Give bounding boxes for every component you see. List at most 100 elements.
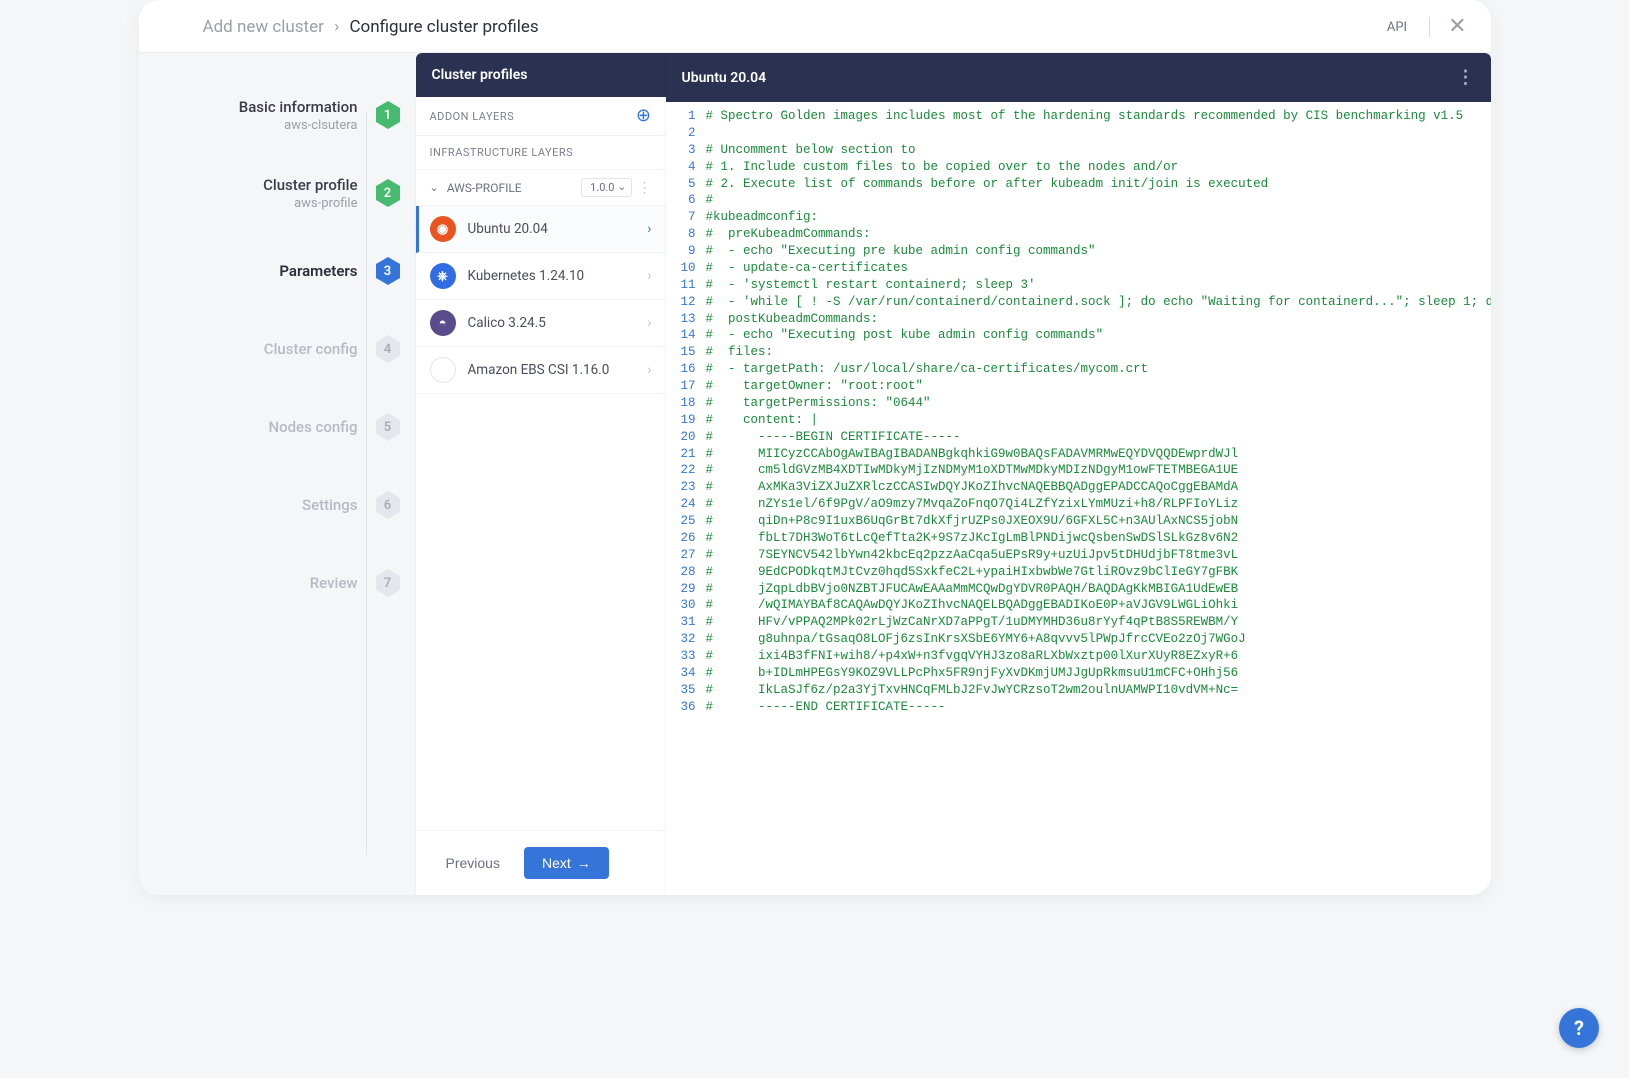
step-badge: 1 — [374, 101, 402, 129]
line-content: # - echo "Executing post kube admin conf… — [706, 327, 1104, 344]
code-line: 21# MIICyzCCAbOgAwIBAgIBADANBgkqhkiG9w0B… — [666, 446, 1491, 463]
step-3[interactable]: Parameters3 — [139, 255, 416, 287]
line-content: # - 'while [ ! -S /var/run/containerd/co… — [706, 294, 1491, 311]
line-number: 36 — [666, 699, 706, 716]
previous-button[interactable]: Previous — [434, 847, 512, 879]
code-line: 12# - 'while [ ! -S /var/run/containerd/… — [666, 294, 1491, 311]
line-number: 26 — [666, 530, 706, 547]
code-line: 15# files: — [666, 344, 1491, 361]
line-number: 28 — [666, 564, 706, 581]
chevron-down-icon: ⌄ — [430, 181, 439, 194]
chevron-right-icon: › — [647, 268, 651, 284]
line-content: # Spectro Golden images includes most of… — [706, 108, 1464, 125]
layer-name: Calico 3.24.5 — [468, 315, 648, 331]
line-content: # 7SEYNCV542lbYwn42kbcEq2pzzAaCqa5uEPsR9… — [706, 547, 1239, 564]
line-number: 30 — [666, 597, 706, 614]
layer-item[interactable]: ⎈ Kubernetes 1.24.10› — [416, 253, 666, 300]
aws-icon: aws — [430, 357, 456, 383]
calico-icon: ◓ — [430, 310, 456, 336]
line-content: # -----END CERTIFICATE----- — [706, 699, 946, 716]
code-line: 22# cm5ldGVzMB4XDTIwMDkyMjIzNDMyM1oXDTMw… — [666, 462, 1491, 479]
line-content: # - 'systemctl restart containerd; sleep… — [706, 277, 1036, 294]
code-line: 18# targetPermissions: "0644" — [666, 395, 1491, 412]
line-number: 27 — [666, 547, 706, 564]
code-line: 20# -----BEGIN CERTIFICATE----- — [666, 429, 1491, 446]
line-number: 12 — [666, 294, 706, 311]
line-content: # postKubeadmCommands: — [706, 311, 879, 328]
line-number: 19 — [666, 412, 706, 429]
code-line: 8# preKubeadmCommands: — [666, 226, 1491, 243]
layer-name: Kubernetes 1.24.10 — [468, 268, 648, 284]
step-subtitle: aws-clsutera — [239, 118, 358, 133]
line-content: # targetOwner: "root:root" — [706, 378, 924, 395]
line-content: # 9EdCPODkqtMJtCvz0hqd5SxkfeC2L+ypaiHIxb… — [706, 564, 1239, 581]
line-content: # HFv/vPPAQ2MPk02rLjWzCaNrXD7aPPgT/1uDMY… — [706, 614, 1239, 631]
line-number: 17 — [666, 378, 706, 395]
line-content: # - echo "Executing pre kube admin confi… — [706, 243, 1096, 260]
editor-menu-icon[interactable]: ⋮ — [1457, 67, 1475, 88]
step-5: Nodes config5 — [139, 411, 416, 443]
infra-layers-label: INFRASTRUCTURE LAYERS — [416, 136, 666, 170]
line-content: # fbLt7DH3WoT6tLcQefTta2K+9S7zJKcIgLmBlP… — [706, 530, 1239, 547]
step-2[interactable]: Cluster profileaws-profile2 — [139, 177, 416, 209]
breadcrumb-separator: › — [334, 17, 339, 37]
line-content: # files: — [706, 344, 774, 361]
profile-version-select[interactable]: 1.0.0 — [581, 178, 631, 197]
step-title: Cluster config — [264, 340, 358, 358]
code-line: 19# content: | — [666, 412, 1491, 429]
line-number: 16 — [666, 361, 706, 378]
layer-item[interactable]: awsAmazon EBS CSI 1.16.0› — [416, 347, 666, 394]
line-content: # AxMKa3ViZXJuZXRlczCCASIwDQYJKoZIhvcNAQ… — [706, 479, 1239, 496]
divider — [1429, 17, 1430, 37]
line-number: 6 — [666, 192, 706, 209]
line-content: # nZYs1el/6f9PgV/aO9mzy7MvqaZoFnqO7Qi4LZ… — [706, 496, 1239, 513]
line-number: 33 — [666, 648, 706, 665]
line-number: 25 — [666, 513, 706, 530]
line-content: # - update-ca-certificates — [706, 260, 909, 277]
layer-item[interactable]: ◓Calico 3.24.5› — [416, 300, 666, 347]
code-line: 36# -----END CERTIFICATE----- — [666, 699, 1491, 716]
line-number: 20 — [666, 429, 706, 446]
line-number: 3 — [666, 142, 706, 159]
code-line: 17# targetOwner: "root:root" — [666, 378, 1491, 395]
api-link[interactable]: API — [1387, 20, 1407, 35]
line-number: 13 — [666, 311, 706, 328]
code-line: 9# - echo "Executing pre kube admin conf… — [666, 243, 1491, 260]
layers-panel-title: Cluster profiles — [416, 53, 666, 97]
step-1[interactable]: Basic informationaws-clsutera1 — [139, 99, 416, 131]
breadcrumb-parent[interactable]: Add new cluster — [203, 17, 324, 37]
code-line: 25# qiDn+P8c9I1uxB6UqGrBt7dkXfjrUZPs0JXE… — [666, 513, 1491, 530]
layer-item[interactable]: ◉Ubuntu 20.04› — [416, 206, 666, 253]
editor-panel: Ubuntu 20.04 ⋮ 1# Spectro Golden images … — [666, 53, 1491, 895]
step-badge: 2 — [374, 179, 402, 207]
step-badge: 3 — [374, 257, 402, 285]
step-4: Cluster config4 — [139, 333, 416, 365]
code-line: 31# HFv/vPPAQ2MPk02rLjWzCaNrXD7aPPgT/1uD… — [666, 614, 1491, 631]
code-line: 13# postKubeadmCommands: — [666, 311, 1491, 328]
code-line: 2 — [666, 125, 1491, 142]
line-number: 34 — [666, 665, 706, 682]
k8s-icon: ⎈ — [430, 263, 456, 289]
line-content: # b+IDLmHPEGsY9KOZ9VLLPcPhx5FR9njFyXvDKm… — [706, 665, 1239, 682]
stepper: Basic informationaws-clsutera1Cluster pr… — [139, 53, 416, 895]
line-number: 5 — [666, 176, 706, 193]
line-content: # targetPermissions: "0644" — [706, 395, 931, 412]
line-number: 9 — [666, 243, 706, 260]
profile-name: AWS-PROFILE — [447, 181, 581, 195]
topbar: Add new cluster › Configure cluster prof… — [139, 0, 1491, 53]
add-layer-icon[interactable]: ⊕ — [636, 107, 652, 125]
profile-row[interactable]: ⌄ AWS-PROFILE 1.0.0 ⋮ — [416, 170, 666, 206]
profile-menu-icon[interactable]: ⋮ — [638, 180, 652, 196]
step-badge: 6 — [374, 491, 402, 519]
line-content: #kubeadmconfig: — [706, 209, 819, 226]
step-badge: 5 — [374, 413, 402, 441]
help-button[interactable]: ? — [1559, 1008, 1599, 1048]
code-editor[interactable]: 1# Spectro Golden images includes most o… — [666, 102, 1491, 895]
line-number: 8 — [666, 226, 706, 243]
code-line: 5# 2. Execute list of commands before or… — [666, 176, 1491, 193]
next-button[interactable]: Next → — [524, 847, 609, 879]
line-number: 14 — [666, 327, 706, 344]
line-content: # 2. Execute list of commands before or … — [706, 176, 1269, 193]
line-number: 18 — [666, 395, 706, 412]
close-icon[interactable]: ✕ — [1448, 16, 1466, 38]
